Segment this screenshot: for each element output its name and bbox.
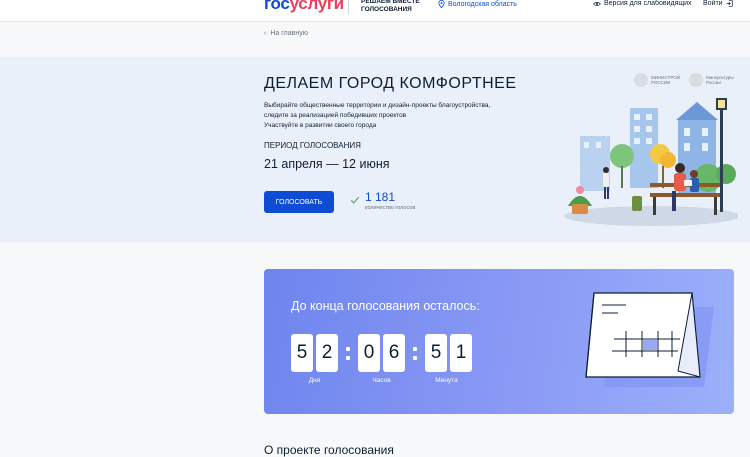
- votes-count: 1 181: [365, 190, 396, 204]
- city-park-illustration: [564, 98, 738, 226]
- top-header: госуслуги РЕШАЕМ ВМЕСТЕ ГОЛОСОВАНИЯ Воло…: [0, 0, 750, 22]
- location-pin-icon: [438, 0, 445, 8]
- ministry-logo: Минкультуры России: [689, 73, 734, 87]
- days-digit: 2: [316, 334, 338, 372]
- gosuslugi-logo[interactable]: госуслуги: [264, 0, 344, 14]
- description-line: Участвуйте в развитии своего города: [264, 122, 377, 129]
- about-section-title: О проекте голосования: [264, 443, 394, 457]
- header-divider: [348, 0, 349, 14]
- hours-digit: 6: [383, 334, 405, 372]
- eye-icon: [593, 1, 601, 6]
- check-icon: [350, 196, 360, 204]
- hours-digit: 0: [358, 334, 380, 372]
- page-title: ДЕЛАЕМ ГОРОД КОМФОРТНЕЕ: [264, 75, 517, 92]
- ministry-emblem-icon: [689, 73, 703, 87]
- region-selector[interactable]: Вологодская область: [438, 0, 517, 8]
- vision-mode-link[interactable]: Версия для слабовидящих: [593, 0, 692, 7]
- ministry-name: МИНИСТРОЙ РОССИИ: [651, 75, 680, 85]
- minutes-digit: 1: [450, 334, 472, 372]
- ministry-emblem-icon: [634, 73, 648, 87]
- vision-mode-label: Версия для слабовидящих: [604, 0, 692, 7]
- login-icon: [726, 0, 733, 7]
- period-dates: 21 апреля — 12 июня: [264, 157, 390, 171]
- logo-part-gos: гос: [264, 0, 290, 13]
- days-label: Дня: [308, 377, 321, 384]
- description-line: Выбирайте общественные территории и диза…: [264, 102, 491, 109]
- countdown-title: До конца голосования осталось:: [291, 299, 480, 313]
- voting-countdown: До конца голосования осталось: 5 2 0 6 5…: [264, 269, 734, 414]
- hero-description: Выбирайте общественные территории и диза…: [264, 101, 514, 131]
- colon-separator: [408, 346, 422, 360]
- login-link[interactable]: Войти: [703, 0, 733, 7]
- minutes-digit: 5: [425, 334, 447, 372]
- logo-part-uslugi: услуги: [289, 0, 345, 13]
- vote-button[interactable]: ГОЛОСОВАТЬ: [264, 191, 334, 213]
- countdown-digits: 5 2 0 6 5 1: [291, 334, 475, 372]
- ministry-logos: МИНИСТРОЙ РОССИИ Минкультуры России: [634, 73, 734, 87]
- votes-counter: 1 181 количество голосов: [350, 190, 415, 211]
- chevron-left-icon: ‹: [264, 30, 267, 37]
- region-label: Вологодская область: [448, 0, 517, 8]
- ministry-logo: МИНИСТРОЙ РОССИИ: [634, 73, 680, 87]
- votes-label: количество голосов: [365, 205, 416, 211]
- ministry-name: Минкультуры России: [706, 75, 734, 85]
- period-label: ПЕРИОД ГОЛОСОВАНИЯ: [264, 141, 361, 150]
- breadcrumb[interactable]: ‹ На главную: [264, 30, 308, 37]
- login-label: Войти: [703, 0, 723, 7]
- header-tagline: РЕШАЕМ ВМЕСТЕ ГОЛОСОВАНИЯ: [361, 0, 420, 13]
- hours-label: Часов: [372, 377, 391, 384]
- minutes-label: Минута: [435, 377, 458, 384]
- days-digit: 5: [291, 334, 313, 372]
- back-to-home-link[interactable]: На главную: [270, 30, 308, 37]
- colon-separator: [341, 346, 355, 360]
- description-line: следите за реализацией победивших проект…: [264, 112, 407, 119]
- calendar-illustration: [585, 292, 714, 387]
